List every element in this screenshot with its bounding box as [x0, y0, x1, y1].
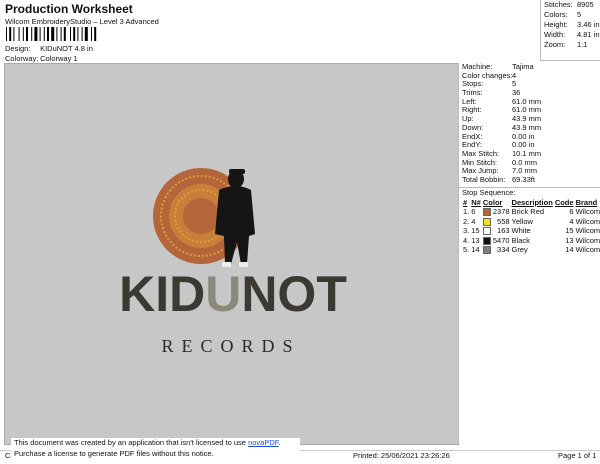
stop-row: 3. 15 163 White 15 Wilcom: [463, 226, 600, 236]
records-text: RECORDS: [161, 336, 300, 356]
colorway-row: Colorway: Colorway 1: [5, 54, 78, 63]
stop-row: 2. 4 558 Yellow 4 Wilcom: [463, 216, 600, 226]
embroidery-artwork: KIDUNOT RECORDS: [119, 168, 347, 356]
color-swatch: [482, 236, 491, 245]
colorway-value: Colorway 1: [40, 54, 78, 63]
stop-sequence-table: # N# Color Description Code Brand 1. 6 2378 Bric…: [462, 198, 600, 255]
stop-column-header: Description: [511, 197, 553, 207]
stop-column-header: #: [463, 197, 468, 207]
design-value: KIDuNOT 4.8 in: [40, 44, 93, 53]
novapdf-link[interactable]: novaPDF: [248, 438, 278, 447]
license-notice: This document was created by an applicat…: [11, 438, 300, 464]
design-label: Design:: [5, 44, 31, 53]
color-swatch: [482, 227, 491, 236]
stop-column-header: N#: [471, 197, 481, 207]
color-swatch: [482, 217, 491, 226]
design-preview-canvas: KIDUNOT RECORDS: [4, 63, 459, 445]
barcode: [6, 27, 97, 41]
summary-row: Colors: 5: [544, 10, 582, 19]
stop-row: 5. 14 334 Grey 14 Wilcom: [463, 245, 600, 255]
stop-row: 1. 6 2378 Brick Red 6 Wilcom: [463, 207, 600, 217]
printed-timestamp: Printed: 25/06/2021 23:26:26: [353, 451, 450, 460]
design-row: Design: KIDuNOT 4.8 in: [5, 44, 93, 53]
summary-row: Stitches: 8905: [544, 0, 594, 9]
stop-row: 4. 13 5470 Black 13 Wilcom: [463, 235, 600, 245]
color-swatch: [482, 246, 491, 255]
machine-info-row: Total Bobbin: 69.33ft: [462, 174, 535, 184]
worksheet-title: Production Worksheet: [5, 2, 133, 16]
stop-column-header: Color: [482, 197, 503, 207]
software-subtitle: Wilcom EmbroideryStudio – Level 3 Advanc…: [5, 17, 159, 26]
page-number: Page 1 of 1: [558, 451, 597, 460]
color-swatch: [482, 208, 491, 217]
logo-wordmark: KIDUNOT: [119, 266, 347, 322]
colorway-label: Colorway:: [5, 54, 39, 63]
stop-column-header: Code: [554, 197, 574, 207]
stop-sequence-title: Stop Sequence:: [462, 187, 516, 197]
sun-core: [183, 198, 219, 234]
machine-info-panel: Machine: Tajima Color changes:4 Stops: 5 Trim…: [458, 62, 600, 443]
summary-row: Zoom: 1:1: [544, 40, 588, 49]
summary-box: Stitches: 8905 Colors: 5 Height: 3.46 in Wi…: [540, 0, 600, 61]
summary-row: Width: 4.81 in: [544, 30, 600, 39]
stop-column-header: Brand: [575, 197, 598, 207]
summary-row: Height: 3.46 in: [544, 20, 600, 29]
